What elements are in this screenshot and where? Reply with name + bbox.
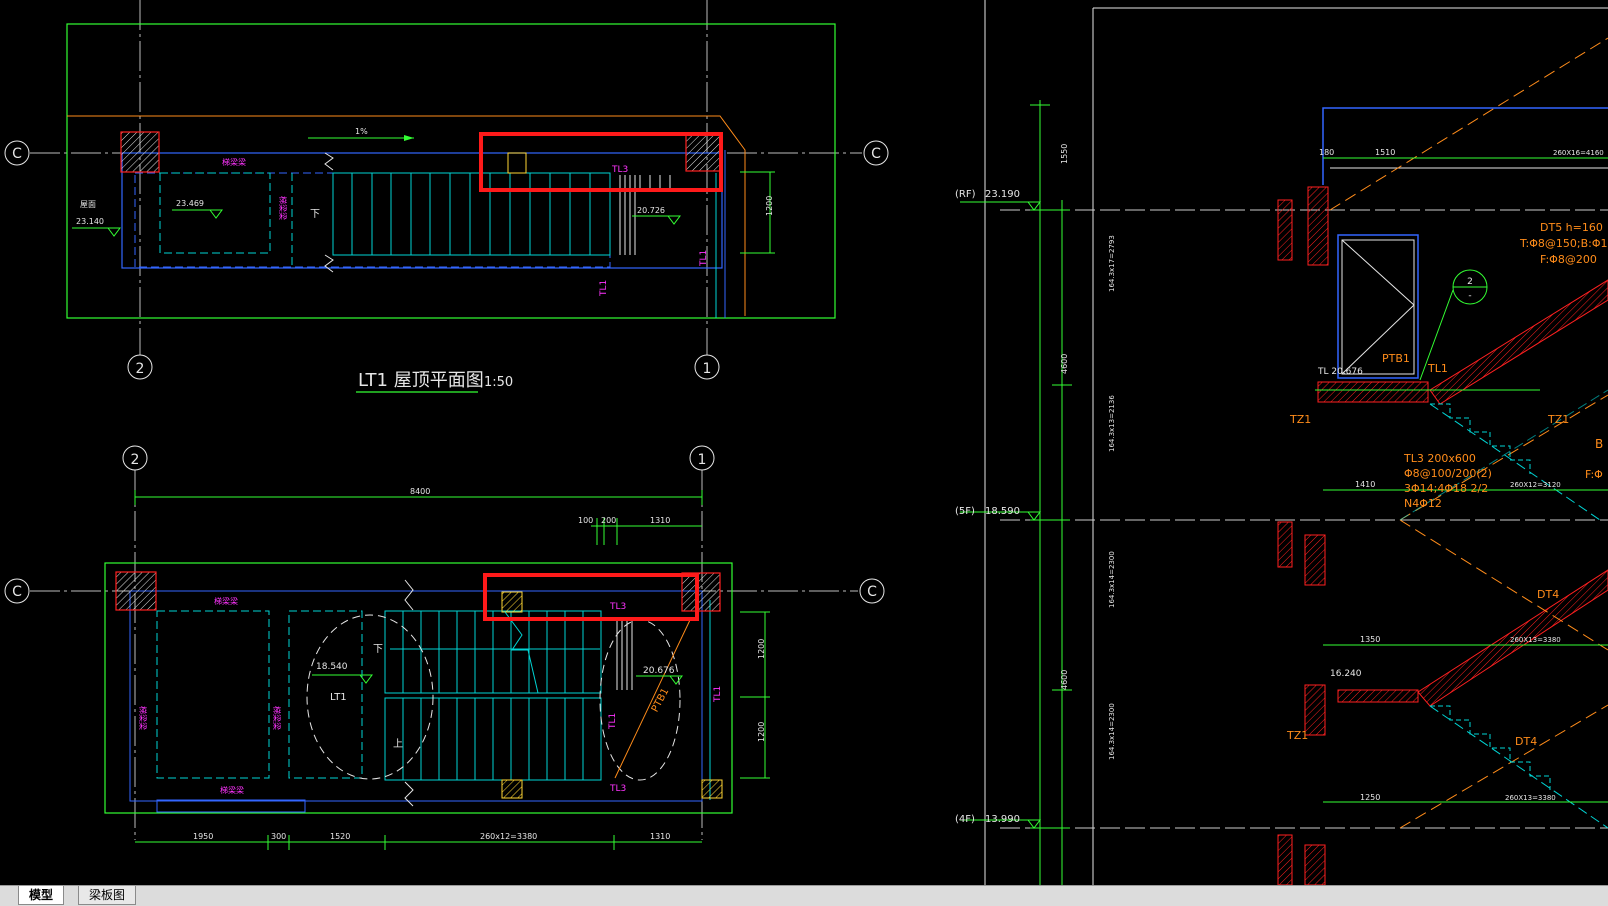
stair-label: LT1 bbox=[330, 692, 347, 703]
slab-label: PTB1 bbox=[650, 687, 672, 715]
dimension-text: 180 bbox=[1319, 148, 1334, 157]
beam-spec: TL3 200x600 bbox=[1403, 452, 1476, 465]
beam-label: 梯梁梁 bbox=[220, 785, 244, 795]
elevation-label: 23.469 bbox=[176, 199, 204, 208]
beam-label: 梯梁梁 bbox=[278, 196, 288, 220]
column-label: TZ1 bbox=[1547, 413, 1569, 426]
axis-label: C bbox=[871, 146, 881, 162]
plan-top bbox=[4, 0, 889, 393]
direction-mark: 下 bbox=[310, 209, 320, 220]
level-tag: (4F) bbox=[955, 814, 975, 825]
axis-label: C bbox=[12, 146, 22, 162]
elevation-label: 20.676 bbox=[643, 666, 675, 676]
stair-spec: F:Φ8@200 bbox=[1540, 253, 1597, 266]
stair-label: DT4 bbox=[1537, 588, 1559, 601]
beam-label: TL1 bbox=[608, 713, 618, 730]
beam-label: TL1 bbox=[1427, 362, 1448, 375]
label: B bbox=[1595, 437, 1603, 451]
dimension-text: 164.3x13=2136 bbox=[1108, 395, 1116, 452]
dimension-text: 260X13=3380 bbox=[1510, 636, 1561, 644]
beam-label: 梯梁梁 bbox=[222, 157, 246, 167]
cad-canvas[interactable]: C C 2 1 LT1 屋顶平面图 1:50 1% 屋面 23.140 23.4… bbox=[0, 0, 1608, 906]
label: F:Φ bbox=[1585, 468, 1603, 481]
detail-ref: - bbox=[1468, 291, 1471, 301]
level-elevation: 23.190 bbox=[985, 189, 1020, 200]
roof-label: 屋面 bbox=[80, 200, 96, 209]
drawing-area[interactable]: C C 2 1 LT1 屋顶平面图 1:50 1% 屋面 23.140 23.4… bbox=[0, 0, 1608, 885]
dimension-text: 100 bbox=[578, 516, 593, 525]
elevation-label: 18.540 bbox=[316, 662, 348, 672]
beam-label: TL1 bbox=[713, 686, 723, 703]
dimension-text: 164.3x14=2300 bbox=[1108, 551, 1116, 608]
axis-label: 1 bbox=[698, 452, 707, 468]
dimension-text: 1310 bbox=[650, 832, 670, 841]
beam-spec: N4Φ12 bbox=[1404, 497, 1442, 510]
tab-beam-slab[interactable]: 梁板图 bbox=[78, 886, 137, 905]
elevation-label: 16.240 bbox=[1330, 669, 1362, 679]
dimension-text: 1200 bbox=[765, 196, 774, 216]
direction-mark: 下 bbox=[373, 644, 383, 655]
dimension-text: 1200 bbox=[757, 639, 766, 659]
beam-label: TL 20.676 bbox=[1317, 367, 1363, 377]
beam-label: TL3 bbox=[611, 165, 628, 175]
elevation-label: 23.140 bbox=[76, 217, 104, 226]
dimension-text: 260x12=3380 bbox=[480, 832, 537, 841]
axis-label: 2 bbox=[131, 452, 140, 468]
highlight-box bbox=[479, 132, 723, 192]
elevation-label: 20.726 bbox=[637, 206, 665, 215]
dimension-text: 1510 bbox=[1375, 148, 1395, 157]
slope-label: 1% bbox=[355, 127, 368, 136]
axis-label: 2 bbox=[136, 361, 145, 377]
level-tag: (RF) bbox=[955, 189, 976, 200]
axis-label: C bbox=[867, 584, 877, 600]
drawing-scale: 1:50 bbox=[484, 375, 513, 390]
dimension-text: 1200 bbox=[757, 722, 766, 742]
slab-label: PTB1 bbox=[1382, 352, 1410, 365]
beam-spec: Φ8@100/200(2) bbox=[1404, 467, 1492, 480]
beam-label: 梯梁梁 bbox=[272, 706, 282, 730]
beam-label: TL3 bbox=[609, 602, 626, 612]
beam-label: TL3 bbox=[609, 784, 626, 794]
section-view bbox=[960, 0, 1608, 885]
dimension-text: 4600 bbox=[1060, 670, 1069, 690]
beam-spec: 3Φ14;4Φ18 2/2 bbox=[1404, 482, 1488, 495]
stair-spec: DT5 h=160 bbox=[1540, 221, 1603, 234]
level-elevation: 13.990 bbox=[985, 814, 1020, 825]
beam-label: TL1 bbox=[699, 250, 709, 267]
beam-label: 梯梁梁 bbox=[214, 596, 238, 606]
dimension-text: 1950 bbox=[193, 832, 213, 841]
dimension-text: 1550 bbox=[1060, 144, 1069, 164]
axis-label: 1 bbox=[703, 361, 712, 377]
stair-label: DT4 bbox=[1515, 735, 1537, 748]
stair-spec: T:Φ8@150;B:Φ14@100 bbox=[1519, 237, 1608, 250]
dimension-text: 200 bbox=[601, 516, 616, 525]
level-tag: (5F) bbox=[955, 506, 975, 517]
dimension-text: 260X16=4160 bbox=[1553, 149, 1604, 157]
dimension-text: 260X13=3380 bbox=[1505, 794, 1556, 802]
drawing-title: LT1 屋顶平面图 bbox=[358, 370, 484, 391]
dimension-text: 1250 bbox=[1360, 793, 1380, 802]
dimension-text: 8400 bbox=[410, 487, 430, 496]
beam-label: 梯梁梁 bbox=[138, 706, 148, 730]
tab-model[interactable]: 模型 bbox=[18, 886, 65, 905]
dimension-text: 260X12=3120 bbox=[1510, 481, 1561, 489]
dimension-text: 164.3x17=2793 bbox=[1108, 235, 1116, 292]
beam-label: TL1 bbox=[599, 280, 609, 297]
dimension-text: 4600 bbox=[1060, 354, 1069, 374]
layout-tab-bar: 模型 梁板图 bbox=[0, 885, 1608, 906]
direction-mark: 上 bbox=[393, 738, 403, 750]
dimension-text: 1310 bbox=[650, 516, 670, 525]
dimension-text: 1350 bbox=[1360, 635, 1380, 644]
dimension-text: 1520 bbox=[330, 832, 350, 841]
plan-bottom bbox=[4, 445, 885, 850]
dimension-text: 1410 bbox=[1355, 480, 1375, 489]
level-elevation: 18.590 bbox=[985, 506, 1020, 517]
detail-ref: 2 bbox=[1467, 277, 1473, 287]
column-label: TZ1 bbox=[1289, 413, 1311, 426]
column-label: TZ1 bbox=[1286, 729, 1308, 742]
axis-label: C bbox=[12, 584, 22, 600]
dimension-text: 164.3x14=2300 bbox=[1108, 703, 1116, 760]
dimension-text: 300 bbox=[271, 832, 286, 841]
